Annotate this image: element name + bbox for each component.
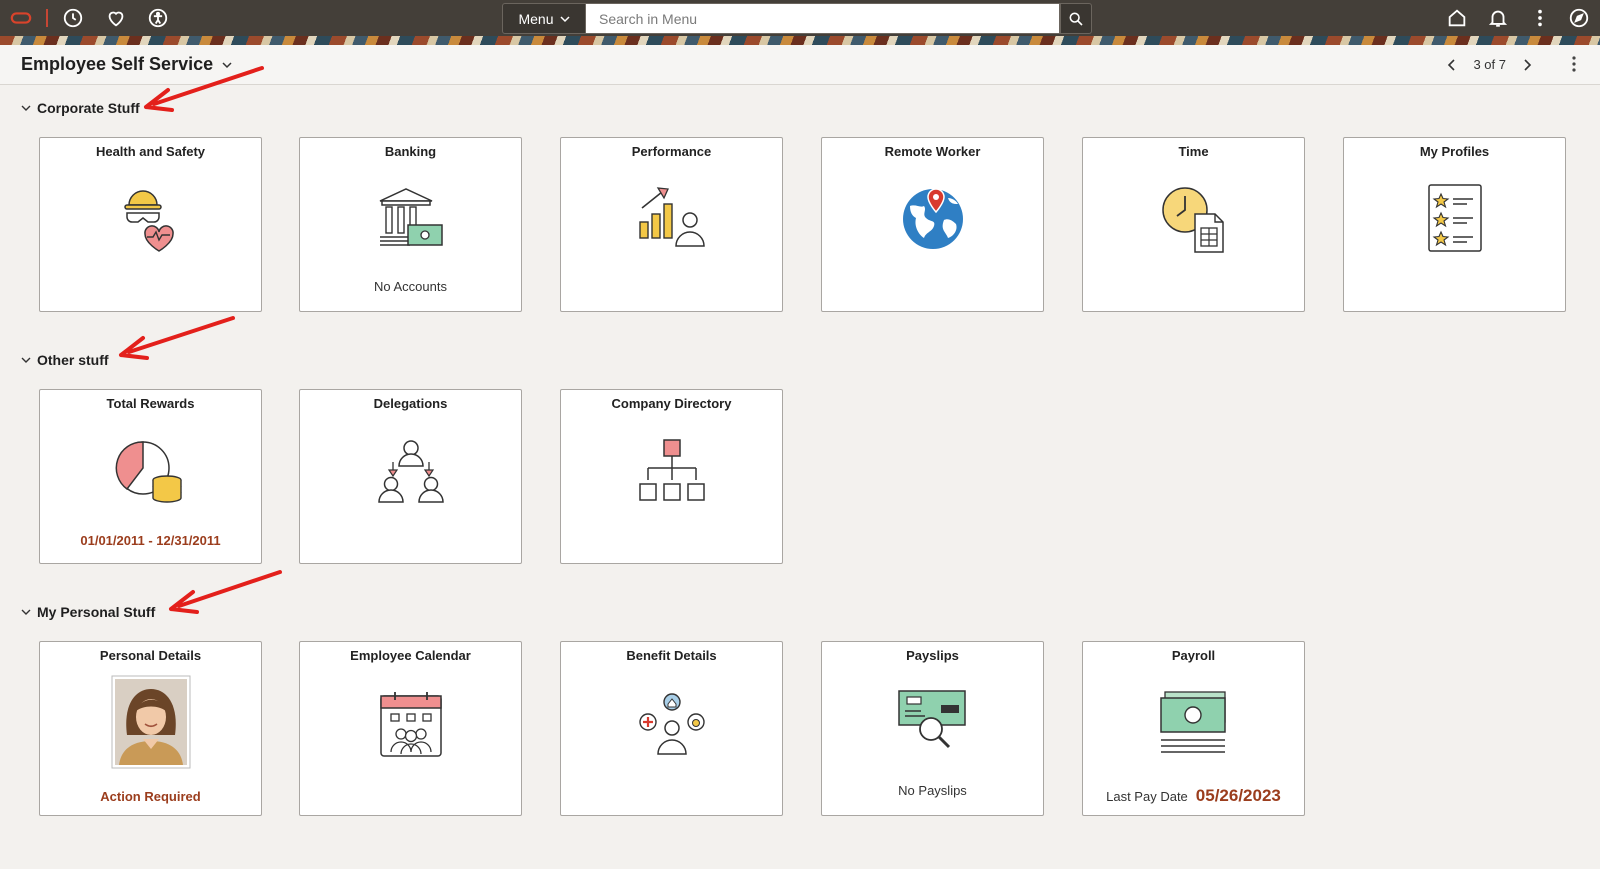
profile-photo: [111, 675, 190, 769]
profile-checklist-icon: [1427, 184, 1482, 252]
accessibility-icon[interactable]: [146, 6, 170, 30]
tile-subtitle: 01/01/2011 - 12/31/2011: [80, 533, 221, 548]
team-calendar-icon: [379, 692, 442, 757]
section-personal-toggle[interactable]: My Personal Stuff: [21, 604, 155, 620]
page-title: Employee Self Service: [21, 54, 214, 74]
chevron-down-icon: [222, 61, 232, 68]
tile-payroll[interactable]: Payroll Last Pay Date 05/26/2023: [1082, 641, 1305, 816]
next-page-button[interactable]: [1522, 58, 1532, 71]
chevron-down-icon: [559, 15, 570, 22]
tile-title: Benefit Details: [626, 648, 717, 663]
section-title: Other stuff: [37, 352, 109, 368]
oracle-logo[interactable]: [9, 6, 33, 30]
payslip-search-icon: [897, 690, 966, 749]
compass-icon[interactable]: [1567, 6, 1591, 30]
search-icon: [1069, 12, 1083, 26]
tile-delegations[interactable]: Delegations: [299, 389, 522, 564]
tile-employee-calendar[interactable]: Employee Calendar: [299, 641, 522, 816]
top-banner: Menu: [0, 0, 1600, 36]
tile-title: My Profiles: [1419, 144, 1490, 159]
tile-remote-worker[interactable]: Remote Worker: [821, 137, 1044, 312]
tile-my-profiles[interactable]: My Profiles: [1343, 137, 1566, 312]
logo-divider: [46, 9, 48, 27]
tile-total-rewards[interactable]: Total Rewards 01/01/2011 - 12/31/2011: [39, 389, 262, 564]
menu-button-label: Menu: [518, 10, 554, 27]
annotation-arrow: [169, 570, 282, 614]
tile-title: Delegations: [373, 396, 448, 411]
tile-title: Banking: [384, 144, 437, 159]
search-button[interactable]: [1060, 3, 1092, 34]
delegation-icon: [377, 440, 444, 503]
chevron-down-icon: [21, 357, 31, 363]
tile-performance[interactable]: Performance: [560, 137, 783, 312]
tile-benefit-details[interactable]: Benefit Details: [560, 641, 783, 816]
org-chart-icon: [638, 439, 705, 501]
annotation-arrow: [119, 316, 235, 360]
section-title: Corporate Stuff: [37, 100, 140, 116]
performance-chart-icon: [638, 187, 705, 247]
tile-title: Remote Worker: [884, 144, 981, 159]
tile-title: Health and Safety: [95, 144, 206, 159]
bank-icon: [379, 188, 443, 246]
tile-title: Performance: [631, 144, 712, 159]
globe-location-icon: [902, 188, 963, 249]
tile-payslips[interactable]: Payslips No Payslips: [821, 641, 1044, 816]
tile-title: Company Directory: [611, 396, 732, 411]
section-other-toggle[interactable]: Other stuff: [21, 352, 109, 368]
chevron-left-icon: [1448, 58, 1456, 71]
search-input[interactable]: [586, 3, 1060, 34]
tile-title: Payroll: [1171, 648, 1216, 663]
section-title: My Personal Stuff: [37, 604, 156, 620]
home-icon[interactable]: [1445, 6, 1469, 30]
tile-subtitle: Last Pay Date 05/26/2023: [1083, 786, 1304, 806]
pager-text: 3 of 7: [1473, 57, 1506, 72]
menu-button[interactable]: Menu: [502, 3, 586, 34]
tile-title: Payslips: [906, 648, 959, 663]
bell-icon[interactable]: [1486, 6, 1510, 30]
tile-title: Total Rewards: [106, 396, 195, 411]
tile-subtitle: No Accounts: [374, 279, 447, 294]
chevron-right-icon: [1524, 58, 1532, 71]
hardhat-heart-icon: [123, 190, 174, 252]
tile-title: Time: [1178, 144, 1209, 159]
kebab-icon: [1572, 56, 1576, 72]
benefits-icon: [638, 693, 705, 755]
tile-subtitle: Action Required: [100, 789, 201, 804]
tile-banking[interactable]: Banking No Accounts: [299, 137, 522, 312]
tile-title: Personal Details: [99, 648, 202, 663]
page-actions-button[interactable]: [1566, 55, 1582, 78]
history-icon[interactable]: [61, 6, 85, 30]
tile-time[interactable]: Time: [1082, 137, 1305, 312]
section-corporate-toggle[interactable]: Corporate Stuff: [21, 100, 140, 116]
last-pay-date-value: 05/26/2023: [1195, 786, 1281, 805]
tile-personal-details[interactable]: Personal Details Action Required: [39, 641, 262, 816]
kebab-icon[interactable]: [1528, 6, 1552, 30]
banner-pattern: [0, 36, 1600, 45]
tile-company-directory[interactable]: Company Directory: [560, 389, 783, 564]
favorites-icon[interactable]: [104, 6, 128, 30]
pager: 3 of 7: [1447, 57, 1532, 72]
tile-health-and-safety[interactable]: Health and Safety: [39, 137, 262, 312]
last-pay-date-label: Last Pay Date: [1106, 789, 1188, 804]
cash-icon: [1159, 691, 1226, 753]
page-header: Employee Self Service 3 of 7: [0, 45, 1600, 85]
clock-timesheet-icon: [1161, 187, 1224, 253]
chevron-down-icon: [21, 609, 31, 615]
pie-coins-icon: [115, 441, 182, 503]
tile-title: Employee Calendar: [350, 648, 471, 663]
chevron-down-icon: [21, 105, 31, 111]
tile-subtitle: No Payslips: [898, 783, 967, 798]
homepage-selector[interactable]: Employee Self Service: [21, 54, 233, 75]
previous-page-button[interactable]: [1447, 58, 1457, 71]
